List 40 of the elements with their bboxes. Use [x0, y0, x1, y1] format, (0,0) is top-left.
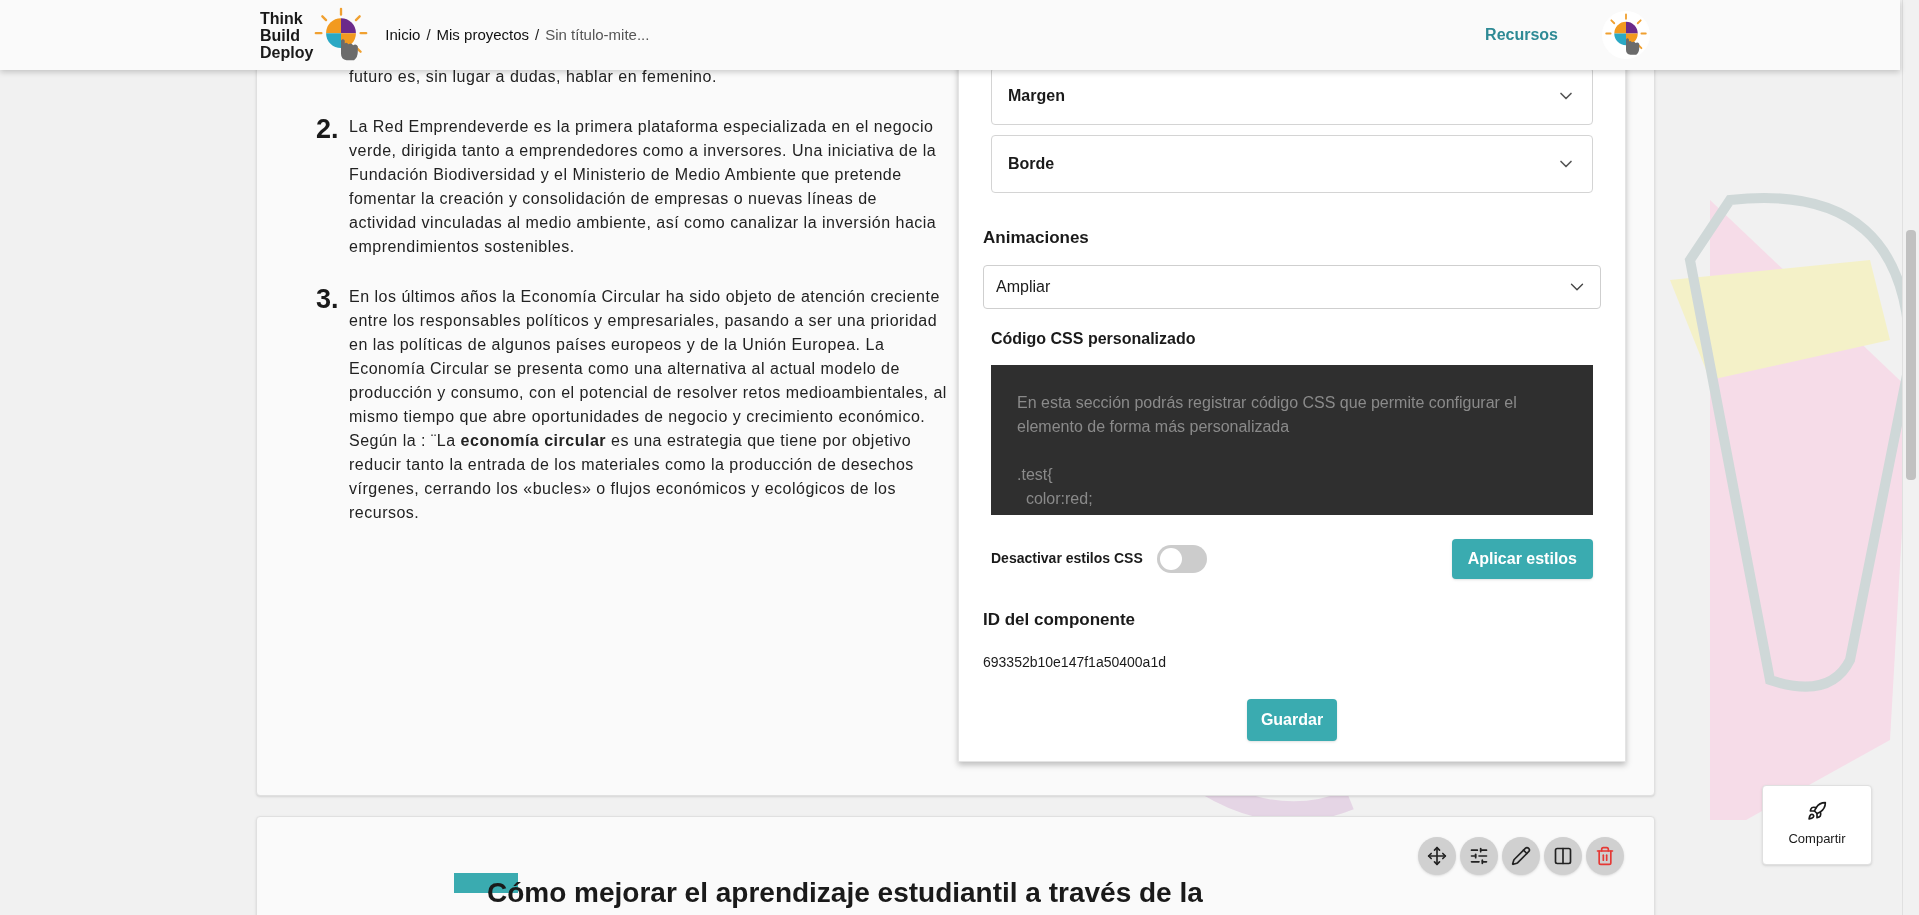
section-title: Animaciones	[983, 227, 1090, 249]
section-title: ID del componente	[983, 608, 1137, 631]
delete-icon	[1595, 846, 1615, 866]
accordion-header[interactable]: Margen	[991, 67, 1593, 125]
list-number: 2.	[316, 115, 340, 146]
toolbar-button[interactable]	[1460, 837, 1498, 875]
paragraph-text: La Red Emprendeverde es la primera plataforma especializada en el negocio verde, dirigida tanto a emprendedores como a inversores. Una iniciativa de la Fundación Biodiversidad y el Ministerio de Medio Ambiente que pretende fomentar la creación y consolidación de empresas o nuevas líneas de actividad vinculadas al medio ambiente, así como canalizar la inversión hacia emprendimientos sostenibles.	[349, 117, 938, 257]
breadcrumb-link[interactable]: Sin título-mite...	[545, 23, 650, 47]
section-title: Código CSS personalizado	[991, 328, 1197, 349]
toggle-label: Desactivar estilos CSS	[991, 549, 1143, 568]
pencil-icon	[1511, 846, 1531, 866]
toolbar-button[interactable]	[1502, 837, 1540, 875]
move-icon	[1427, 846, 1447, 866]
section-heading: Cómo mejorar el aprendizaje estudiantil a través de la	[487, 877, 1203, 909]
logo-text: Think	[260, 9, 304, 27]
component-id: 693352b10e147f1a50400a1d	[983, 653, 1167, 672]
avatar[interactable]	[1602, 11, 1650, 59]
list-number: 3.	[316, 285, 340, 316]
share-button[interactable]: Compartir	[1762, 785, 1872, 865]
rocket-icon	[1807, 801, 1827, 822]
columns-icon	[1553, 846, 1573, 866]
css-code-field[interactable]: En esta sección podrás registrar código CSS que permite configurar el elemento de forma más personalizada .test{ color:red;	[991, 364, 1593, 515]
avatar-logo-icon	[1604, 13, 1648, 57]
logo-text: Deploy	[260, 43, 314, 61]
paragraph-text: futuro es, sin lugar a dudas, hablar en femenino.	[348, 67, 718, 87]
toolbar-button[interactable]	[1544, 837, 1582, 875]
breadcrumb-separator: /	[535, 24, 540, 45]
sliders-icon	[1469, 846, 1489, 866]
paragraph-text: Según la : ¨La economía circular es una estrategia que tiene por objetivo reducir tanto la entrada de los materiales como la producción de desechos vírgenes, cerrando los «bucles» o flujos económicos y ecológicos de los recursos.	[349, 431, 915, 523]
breadcrumb-separator: /	[426, 24, 431, 45]
toolbar-button[interactable]	[1418, 837, 1456, 875]
animation-select[interactable]: Ampliar	[983, 264, 1601, 309]
toggle-switch[interactable]	[1156, 544, 1207, 573]
logo-text: Build	[260, 26, 301, 44]
logo-icon	[313, 7, 370, 63]
accordion-header[interactable]: Borde	[991, 135, 1593, 193]
paragraph-text: En los últimos años la Economía Circular ha sido objeto de atención creciente entre los responsables políticos y empresariales, pasando a ser una prioridad en las políticas de algunos países europeos y de la Unión Europea. La Economía Circular se presenta como una alternativa al actual modelo de producción y consumo, con el potencial de resolver retos medioambientales, al mismo tiempo que abre oportunidades de negocio y crecimiento económico.	[349, 287, 948, 427]
breadcrumb-link[interactable]: Inicio	[385, 23, 421, 47]
resources-link[interactable]: Recursos	[1485, 23, 1558, 47]
breadcrumb-link[interactable]: Mis proyectos	[436, 23, 530, 47]
